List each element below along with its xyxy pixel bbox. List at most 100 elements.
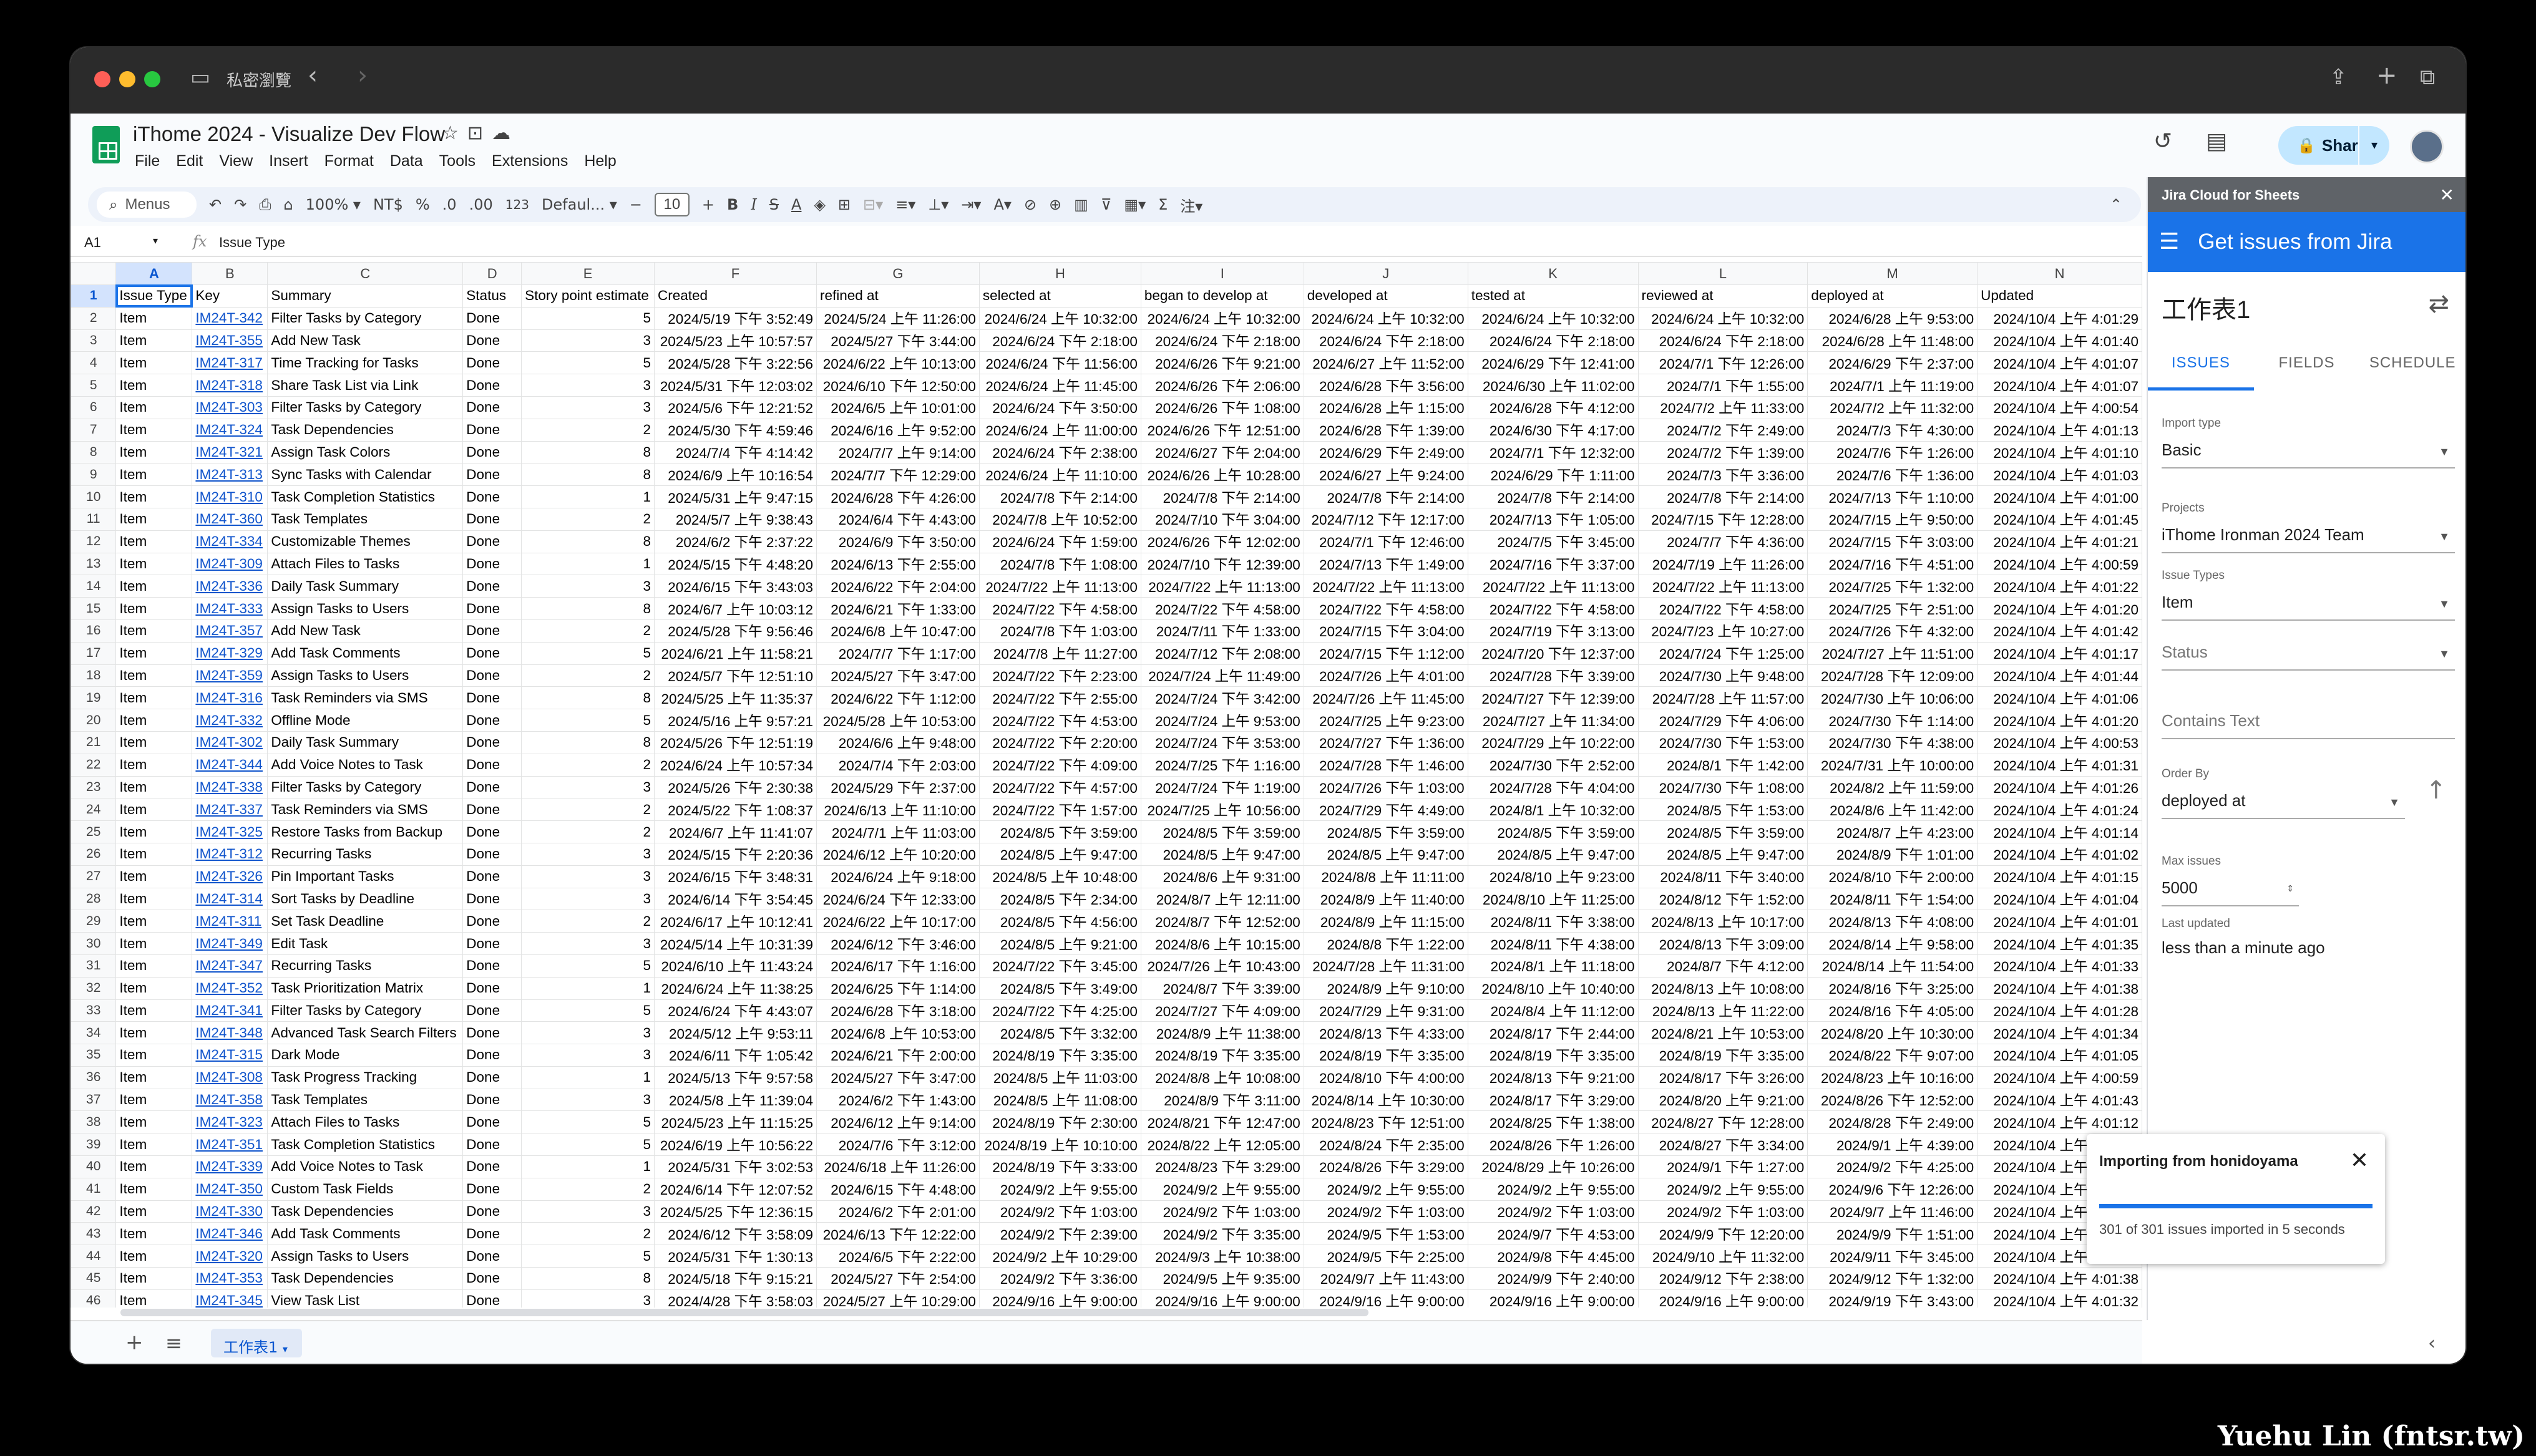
table-cell[interactable]: Assign Tasks to Users [267,597,464,620]
table-cell[interactable]: 2024/7/15 下午 12:28:00 [1637,507,1808,531]
table-cell[interactable]: Item [115,1177,193,1201]
table-cell[interactable]: 2 [521,418,655,442]
table-cell[interactable]: 2024/6/8 上午 10:53:00 [816,1021,980,1045]
table-cell[interactable]: Recurring Tasks [267,842,464,866]
table-cell[interactable]: Item [115,1065,193,1089]
table-cell[interactable]: 2024/6/24 上午 10:32:00 [1140,306,1304,330]
table-cell[interactable]: 2024/5/31 上午 9:47:15 [654,485,817,508]
table-cell[interactable]: Task Reminders via SMS [267,798,464,822]
table-cell[interactable]: 2024/8/7 下午 4:12:00 [1637,954,1808,978]
table-cell[interactable]: 2024/7/30 上午 10:06:00 [1807,686,1978,710]
table-cell[interactable]: 8 [521,530,655,553]
table-cell[interactable]: Item [115,351,193,375]
table-cell[interactable]: 3 [521,1044,655,1067]
table-cell[interactable]: 3 [521,1021,655,1045]
table-cell[interactable]: 2024/7/22 下午 4:58:00 [1637,597,1808,620]
table-cell[interactable]: 2024/6/24 下午 2:18:00 [1140,329,1304,352]
table-cell[interactable]: Attach Files to Tasks [267,1110,464,1134]
share-page-icon[interactable]: ⇪ [2329,65,2348,90]
table-cell[interactable]: 2024/8/22 下午 9:07:00 [1807,1044,1978,1067]
add-sheet-icon[interactable]: + [125,1330,144,1355]
row-header[interactable]: 13 [71,552,117,576]
table-cell[interactable]: 2024/5/30 下午 4:59:46 [654,418,817,442]
table-cell[interactable]: 2024/6/29 下午 12:41:00 [1467,351,1639,375]
column-header[interactable]: E [521,262,655,285]
table-cell[interactable]: 2024/8/5 下午 3:59:00 [1637,820,1808,843]
table-cell[interactable]: 5 [521,641,655,665]
table-cell[interactable]: 2024/9/9 下午 12:20:00 [1637,1222,1808,1246]
table-cell[interactable]: 3 [521,865,655,888]
table-cell[interactable]: 5 [521,306,655,330]
table-cell[interactable]: 2024/10/4 上午 4:01:40 [1977,329,2142,352]
row-header[interactable]: 1 [71,284,117,308]
issue-key-link[interactable]: IM24T-341 [192,999,268,1022]
table-cell[interactable]: 5 [521,954,655,978]
table-cell[interactable]: 2024/9/2 上午 9:55:00 [1140,1177,1304,1201]
table-cell[interactable]: 2024/9/2 上午 9:55:00 [1467,1177,1639,1201]
table-cell[interactable]: 2024/6/24 上午 10:57:34 [654,753,817,777]
table-cell[interactable]: 2024/7/4 下午 4:14:42 [654,440,817,464]
menu-file[interactable]: File [135,152,160,170]
table-cell[interactable]: 2024/6/22 上午 10:17:00 [816,910,980,933]
table-cell[interactable]: Add Task Comments [267,641,464,665]
table-cell[interactable]: 2024/5/26 下午 12:51:19 [654,730,817,754]
table-cell[interactable]: 2024/7/22 上午 11:13:00 [978,575,1141,598]
row-header[interactable]: 3 [71,329,117,352]
table-cell[interactable]: 2024/8/13 下午 9:21:00 [1467,1065,1639,1089]
table-cell[interactable]: 2024/9/2 下午 1:03:00 [978,1200,1141,1223]
table-cell[interactable]: 2024/7/22 下午 4:58:00 [1467,597,1639,620]
table-cell[interactable]: 2024/7/24 下午 1:25:00 [1637,641,1808,665]
table-cell[interactable]: 2024/8/5 上午 10:48:00 [978,865,1141,888]
table-cell[interactable]: 2024/7/8 下午 2:14:00 [978,485,1141,508]
table-cell[interactable]: Done [462,485,522,508]
table-cell[interactable]: 2024/7/28 下午 4:04:00 [1467,775,1639,799]
select-all-corner[interactable] [71,262,117,285]
table-cell[interactable]: 2024/8/23 上午 10:16:00 [1807,1065,1978,1089]
table-cell[interactable]: 2024/6/5 下午 2:22:00 [816,1245,980,1268]
table-cell[interactable]: Item [115,775,193,799]
table-cell[interactable]: Task Reminders via SMS [267,686,464,710]
table-cell[interactable]: 2024/6/9 上午 10:16:54 [654,463,817,487]
table-cell[interactable]: 1 [521,552,655,576]
table-cell[interactable]: 2024/10/4 上午 4:00:54 [1977,396,2142,419]
table-cell[interactable]: 2024/7/11 下午 1:33:00 [1140,619,1304,643]
column-title-cell[interactable]: refined at [816,284,980,308]
table-cell[interactable]: 2024/8/10 上午 11:25:00 [1467,887,1639,911]
table-cell[interactable]: Item [115,1088,193,1112]
table-cell[interactable]: 2024/6/24 下午 11:56:00 [978,351,1141,375]
row-header[interactable]: 39 [71,1133,117,1157]
table-cell[interactable]: 2024/10/4 上午 4:01:15 [1977,865,2142,888]
issue-key-link[interactable]: IM24T-351 [192,1133,268,1157]
table-cell[interactable]: 2024/5/12 上午 9:53:11 [654,1021,817,1045]
table-cell[interactable]: 2024/5/27 上午 10:29:00 [816,1289,980,1308]
spreadsheet-grid[interactable]: ABCDEFGHIJKLMN 1 Issue Type Key Summary Stat… [71,262,2142,1308]
table-cell[interactable]: 2024/10/4 上午 4:01:20 [1977,597,2142,620]
table-cell[interactable]: 2024/8/11 下午 4:38:00 [1467,932,1639,955]
move-folder-icon[interactable]: ⊡ [467,122,492,144]
row-header[interactable]: 22 [71,753,117,777]
issue-key-link[interactable]: IM24T-303 [192,396,268,419]
table-cell[interactable]: 2024/8/13 下午 4:08:00 [1807,910,1978,933]
table-cell[interactable]: Item [115,1200,193,1223]
table-cell[interactable]: 2024/6/14 下午 3:54:45 [654,887,817,911]
table-cell[interactable]: 2024/8/8 上午 10:08:00 [1140,1065,1304,1089]
column-header[interactable]: M [1807,262,1978,285]
document-title[interactable]: iThome 2024 - Visualize Dev Flow [133,122,445,146]
column-header[interactable]: A [115,262,193,285]
table-cell[interactable]: Pin Important Tasks [267,865,464,888]
column-title-cell[interactable]: Issue Type [115,284,193,308]
table-cell[interactable]: Filter Tasks by Category [267,775,464,799]
issue-key-link[interactable]: IM24T-323 [192,1110,268,1134]
table-cell[interactable]: 2024/5/24 上午 11:26:00 [816,306,980,330]
table-cell[interactable]: 2024/10/4 上午 4:01:03 [1977,463,2142,487]
table-cell[interactable]: 2024/7/30 下午 2:52:00 [1467,753,1639,777]
table-cell[interactable]: Done [462,507,522,531]
table-cell[interactable]: 2024/8/27 下午 3:34:00 [1637,1133,1808,1157]
table-cell[interactable]: Done [462,730,522,754]
table-cell[interactable]: Recurring Tasks [267,954,464,978]
table-cell[interactable]: Task Dependencies [267,1267,464,1290]
table-cell[interactable]: 2024/10/4 上午 4:01:45 [1977,507,2142,531]
row-header[interactable]: 41 [71,1177,117,1201]
table-cell[interactable]: 2024/8/19 下午 3:35:00 [1467,1044,1639,1067]
column-header[interactable]: F [654,262,817,285]
